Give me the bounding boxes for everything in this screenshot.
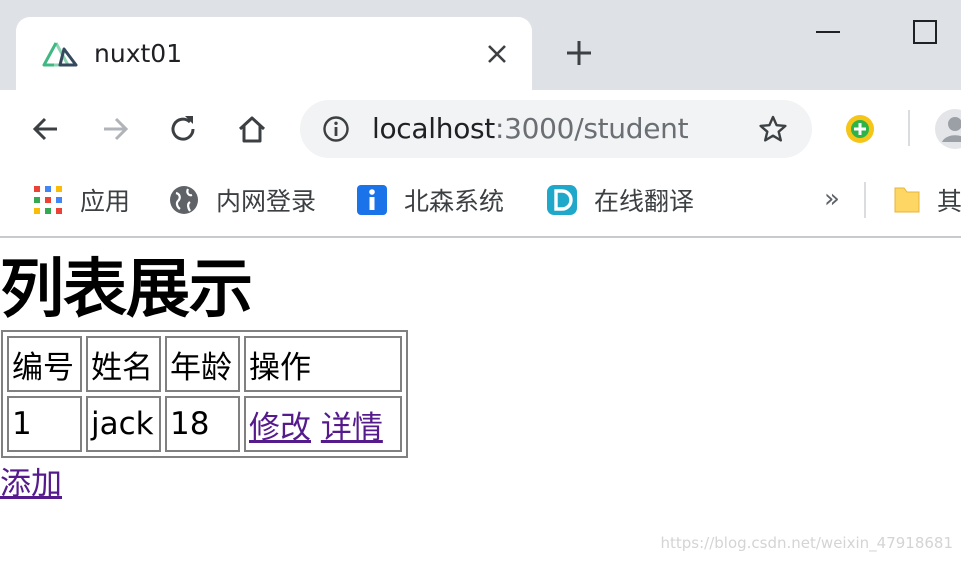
add-link[interactable]: 添加 bbox=[0, 458, 62, 503]
tab-strip: nuxt01 bbox=[0, 0, 961, 90]
browser-toolbar: localhost:3000/student bbox=[0, 90, 961, 168]
maximize-window-icon[interactable] bbox=[913, 20, 937, 44]
edit-link[interactable]: 修改 bbox=[249, 410, 311, 446]
watermark: https://blog.csdn.net/weixin_47918681 bbox=[660, 534, 953, 552]
column-header-age: 年龄 bbox=[165, 336, 240, 392]
close-tab-icon[interactable] bbox=[484, 41, 510, 67]
url-host: localhost bbox=[372, 112, 495, 145]
other-bookmarks-label: 其 bbox=[937, 187, 961, 216]
bookmarks-separator bbox=[864, 182, 866, 218]
cell-age: 18 bbox=[165, 396, 240, 452]
info-i-icon bbox=[357, 185, 387, 215]
tab-title: nuxt01 bbox=[94, 39, 183, 68]
extension-icon[interactable] bbox=[843, 112, 877, 146]
bookmarks-bar: 应用 内网登录 北森系统 在线翻译 » 其 bbox=[0, 168, 961, 236]
home-icon[interactable] bbox=[235, 112, 269, 146]
table-header-row: 编号 姓名 年龄 操作 bbox=[7, 336, 402, 392]
browser-tab[interactable]: nuxt01 bbox=[16, 17, 532, 90]
globe-icon bbox=[170, 186, 198, 214]
apps-grid-icon bbox=[34, 186, 62, 214]
bookmark-label: 在线翻译 bbox=[594, 187, 695, 216]
address-bar[interactable]: localhost:3000/student bbox=[300, 100, 812, 158]
other-bookmarks-folder[interactable]: 其 bbox=[893, 182, 961, 218]
bookmark-star-icon[interactable] bbox=[758, 114, 788, 144]
cell-actions: 修改 详情 bbox=[244, 396, 402, 452]
nuxt-logo-icon bbox=[42, 42, 78, 67]
column-header-id: 编号 bbox=[7, 336, 82, 392]
table-row: 1 jack 18 修改 详情 bbox=[7, 396, 402, 452]
address-url[interactable]: localhost:3000/student bbox=[372, 112, 689, 145]
bookmark-label: 内网登录 bbox=[216, 187, 317, 216]
bookmark-intranet-login[interactable]: 内网登录 bbox=[168, 182, 316, 218]
reload-icon[interactable] bbox=[166, 112, 200, 146]
details-link[interactable]: 详情 bbox=[321, 410, 383, 446]
profile-avatar-icon[interactable] bbox=[934, 108, 961, 150]
student-table: 编号 姓名 年龄 操作 1 jack 18 修改 详情 bbox=[1, 330, 408, 458]
new-tab-plus-icon[interactable] bbox=[564, 38, 594, 68]
bookmark-online-translate[interactable]: 在线翻译 bbox=[546, 182, 694, 218]
more-bookmarks-button[interactable]: » bbox=[824, 184, 840, 214]
bookmark-apps[interactable]: 应用 bbox=[32, 182, 130, 218]
url-path: :3000/student bbox=[495, 112, 689, 145]
forward-arrow-icon[interactable] bbox=[98, 112, 132, 146]
cell-id: 1 bbox=[7, 396, 82, 452]
toolbar-separator bbox=[908, 110, 910, 146]
bookmark-beisen-system[interactable]: 北森系统 bbox=[356, 182, 504, 218]
bookmark-label: 应用 bbox=[80, 187, 131, 216]
back-arrow-icon[interactable] bbox=[29, 112, 63, 146]
site-info-icon[interactable] bbox=[322, 115, 350, 143]
minimize-window-icon[interactable] bbox=[816, 30, 840, 34]
column-header-actions: 操作 bbox=[244, 336, 402, 392]
bookmark-label: 北森系统 bbox=[404, 187, 505, 216]
cell-name: jack bbox=[86, 396, 161, 452]
folder-icon bbox=[894, 187, 920, 213]
column-header-name: 姓名 bbox=[86, 336, 161, 392]
page-title: 列表展示 bbox=[0, 253, 253, 327]
page-content: 列表展示 编号 姓名 年龄 操作 1 jack 18 修改 详情 添加 bbox=[0, 238, 961, 562]
translate-d-icon bbox=[547, 185, 577, 215]
